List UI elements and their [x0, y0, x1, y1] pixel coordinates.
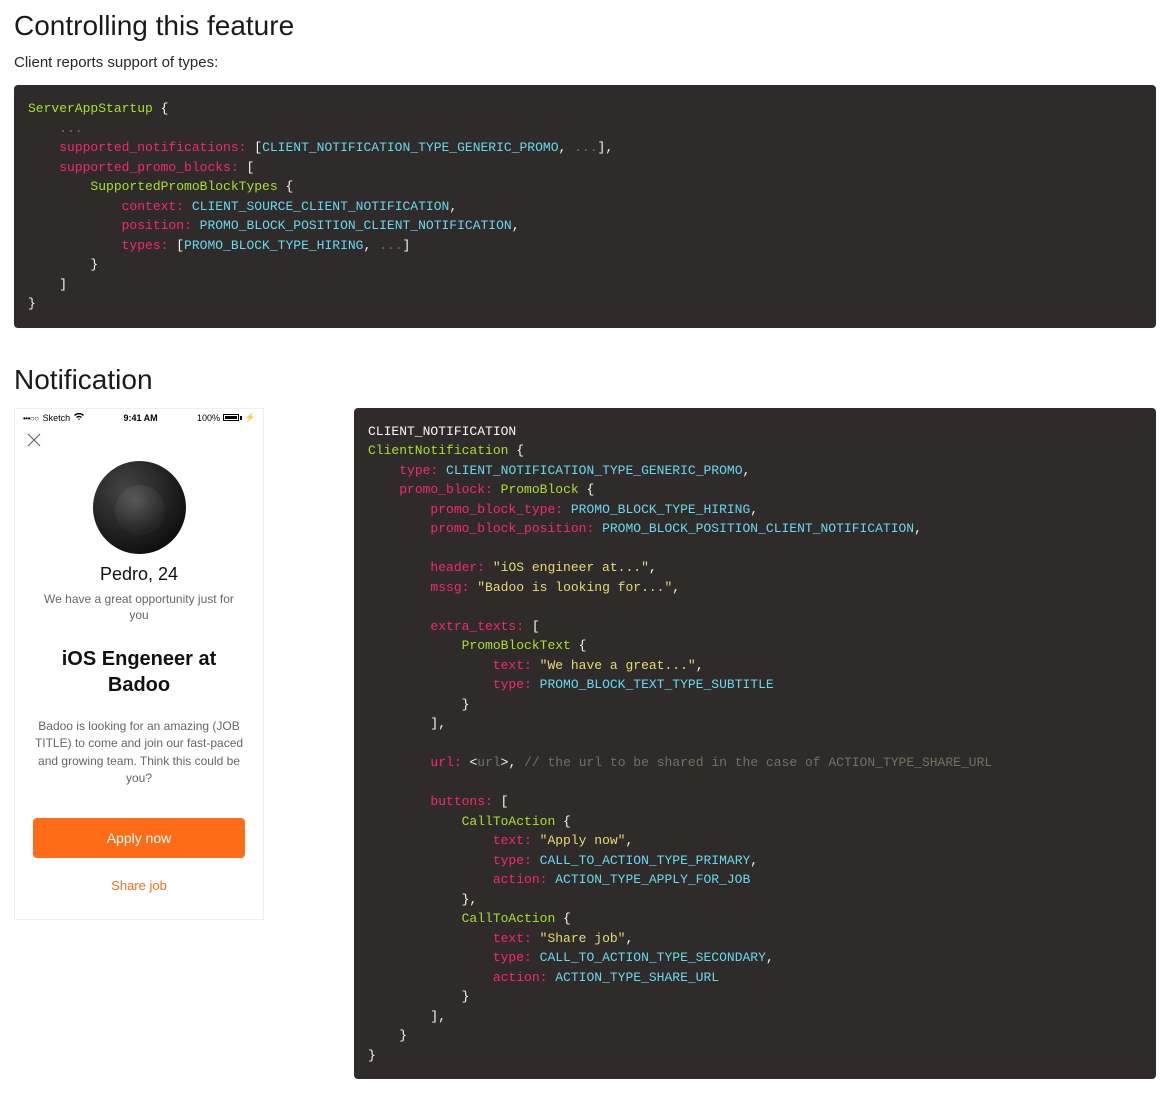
tok: CLIENT_SOURCE_CLIENT_NOTIFICATION [192, 199, 449, 214]
tok: CallToAction [462, 911, 556, 926]
tok: action: [493, 970, 548, 985]
tok: url: [430, 755, 461, 770]
battery-icon [223, 414, 239, 421]
status-bar: Sketch 9:41 AM 100% ⚡ [15, 409, 263, 427]
tok: buttons: [430, 794, 492, 809]
user-name: Pedro, 24 [33, 564, 245, 585]
tok: ACTION_TYPE_APPLY_FOR_JOB [555, 872, 750, 887]
tok: text: [493, 833, 532, 848]
tok: ... [379, 238, 402, 253]
code-block-1: ServerAppStartup { ... supported_notific… [14, 85, 1156, 328]
signal-icon [23, 413, 39, 423]
opportunity-subtitle: We have a great opportunity just for you [33, 591, 245, 625]
charging-icon: ⚡ [245, 413, 255, 422]
tok: supported_notifications: [59, 140, 246, 155]
tok: "iOS engineer at..." [493, 560, 649, 575]
phone-mockup: Sketch 9:41 AM 100% ⚡ Pedro, 24 We have … [14, 408, 264, 920]
tok: PROMO_BLOCK_POSITION_CLIENT_NOTIFICATION [200, 218, 512, 233]
section-title: Notification [14, 364, 1156, 396]
tok: ... [59, 121, 82, 136]
apply-button[interactable]: Apply now [33, 818, 245, 858]
tok: CLIENT_NOTIFICATION_TYPE_GENERIC_PROMO [446, 463, 742, 478]
tok: "We have a great..." [540, 658, 696, 673]
tok: promo_block: [399, 482, 493, 497]
tok: url [477, 755, 500, 770]
job-title: iOS Engeneer at Badoo [33, 646, 245, 698]
tok: promo_block_position: [430, 521, 594, 536]
tok: PromoBlockText [462, 638, 571, 653]
tok: ClientNotification [368, 443, 508, 458]
battery-label: 100% [197, 413, 220, 423]
tok: action: [493, 872, 548, 887]
tok: ServerAppStartup [28, 101, 153, 116]
tok: CALL_TO_ACTION_TYPE_SECONDARY [540, 950, 766, 965]
tok: header: [430, 560, 485, 575]
tok: type: [399, 463, 438, 478]
tok: CLIENT_NOTIFICATION [368, 424, 516, 439]
tok: PROMO_BLOCK_TEXT_TYPE_SUBTITLE [540, 677, 774, 692]
tok: supported_promo_blocks: [59, 160, 238, 175]
clock-label: 9:41 AM [123, 413, 157, 423]
tok: promo_block_type: [430, 502, 563, 517]
tok: extra_texts: [430, 619, 524, 634]
avatar [93, 461, 186, 554]
tok: context: [122, 199, 184, 214]
tok: PROMO_BLOCK_TYPE_HIRING [571, 502, 750, 517]
tok: PROMO_BLOCK_TYPE_HIRING [184, 238, 363, 253]
wifi-icon [74, 413, 84, 423]
tok: text: [493, 658, 532, 673]
tok: // the url to be shared in the case of A… [524, 755, 992, 770]
section-title: Controlling this feature [14, 10, 1156, 42]
close-icon[interactable] [15, 427, 263, 453]
job-description: Badoo is looking for an amazing (JOB TIT… [33, 718, 245, 788]
tok: mssg: [430, 580, 469, 595]
code-block-2: CLIENT_NOTIFICATION ClientNotification {… [354, 408, 1156, 1080]
share-button[interactable]: Share job [33, 870, 245, 901]
tok: CLIENT_NOTIFICATION_TYPE_GENERIC_PROMO [262, 140, 558, 155]
tok: PromoBlock [501, 482, 579, 497]
tok: "Apply now" [540, 833, 626, 848]
tok: PROMO_BLOCK_POSITION_CLIENT_NOTIFICATION [602, 521, 914, 536]
tok: "Badoo is looking for..." [477, 580, 672, 595]
tok: ... [574, 140, 597, 155]
tok: CALL_TO_ACTION_TYPE_PRIMARY [540, 853, 751, 868]
tok: SupportedPromoBlockTypes [90, 179, 277, 194]
tok: ACTION_TYPE_SHARE_URL [555, 970, 719, 985]
tok: type: [493, 677, 532, 692]
tok: text: [493, 931, 532, 946]
carrier-label: Sketch [43, 413, 71, 423]
tok: types: [122, 238, 169, 253]
tok: type: [493, 853, 532, 868]
tok: "Share job" [540, 931, 626, 946]
tok: type: [493, 950, 532, 965]
tok: CallToAction [462, 814, 556, 829]
section-desc: Client reports support of types: [14, 54, 1156, 71]
tok: position: [122, 218, 192, 233]
